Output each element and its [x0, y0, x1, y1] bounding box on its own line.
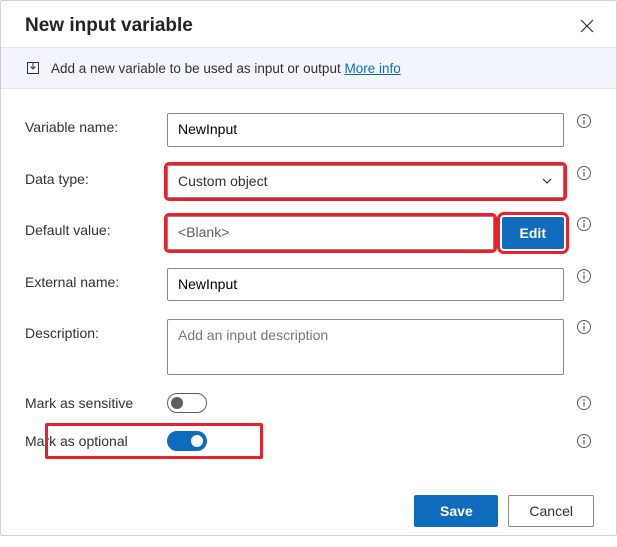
mark-sensitive-info-button[interactable]: [576, 395, 592, 411]
variable-name-info-button[interactable]: [576, 113, 592, 129]
more-info-link[interactable]: More info: [344, 61, 400, 76]
data-type-info-button[interactable]: [576, 165, 592, 181]
save-button[interactable]: Save: [414, 495, 498, 527]
info-icon: [576, 395, 592, 411]
description-info-button[interactable]: [576, 319, 592, 335]
row-data-type: Data type: Custom object: [25, 165, 592, 199]
info-icon: [576, 319, 592, 335]
mark-sensitive-label: Mark as sensitive: [25, 395, 167, 411]
external-name-info-button[interactable]: [576, 268, 592, 284]
description-input[interactable]: [167, 319, 564, 375]
variable-name-label: Variable name:: [25, 113, 155, 135]
close-icon: [580, 19, 594, 33]
default-value-display: <Blank>: [167, 216, 494, 250]
mark-optional-toggle[interactable]: [167, 431, 207, 451]
info-icon: [576, 165, 592, 181]
info-bar-text: Add a new variable to be used as input o…: [51, 61, 401, 76]
data-type-select[interactable]: Custom object: [167, 165, 564, 199]
dialog-header: New input variable: [1, 1, 616, 47]
data-type-label: Data type:: [25, 165, 155, 187]
toggle-knob: [191, 435, 203, 447]
dialog-footer: Save Cancel: [1, 479, 616, 547]
row-mark-optional: Mark as optional: [25, 431, 592, 451]
edit-default-value-button[interactable]: Edit: [502, 217, 564, 249]
mark-optional-info-button[interactable]: [576, 433, 592, 449]
dialog-form: Variable name: Data type: Custom object: [1, 89, 616, 479]
external-name-input[interactable]: [167, 268, 564, 302]
variable-name-input[interactable]: [167, 113, 564, 147]
variable-icon: [25, 60, 41, 76]
toggle-knob: [171, 397, 183, 409]
default-value-info-button[interactable]: [576, 216, 592, 232]
new-input-variable-dialog: New input variable Add a new variable to…: [0, 0, 617, 536]
default-value-label: Default value:: [25, 216, 155, 238]
external-name-label: External name:: [25, 268, 155, 290]
row-external-name: External name:: [25, 268, 592, 302]
row-variable-name: Variable name:: [25, 113, 592, 147]
info-icon: [576, 433, 592, 449]
data-type-value: Custom object: [178, 172, 267, 192]
row-default-value: Default value: <Blank> Edit: [25, 216, 592, 250]
chevron-down-icon: [541, 175, 553, 187]
mark-sensitive-toggle[interactable]: [167, 393, 207, 413]
description-label: Description:: [25, 319, 155, 341]
info-icon: [576, 113, 592, 129]
row-mark-sensitive: Mark as sensitive: [25, 393, 592, 413]
info-icon: [576, 216, 592, 232]
mark-optional-label: Mark as optional: [25, 433, 167, 449]
info-bar: Add a new variable to be used as input o…: [1, 47, 616, 89]
close-button[interactable]: [576, 15, 598, 37]
info-icon: [576, 268, 592, 284]
cancel-button[interactable]: Cancel: [508, 495, 594, 527]
row-description: Description:: [25, 319, 592, 375]
dialog-title: New input variable: [25, 15, 193, 37]
